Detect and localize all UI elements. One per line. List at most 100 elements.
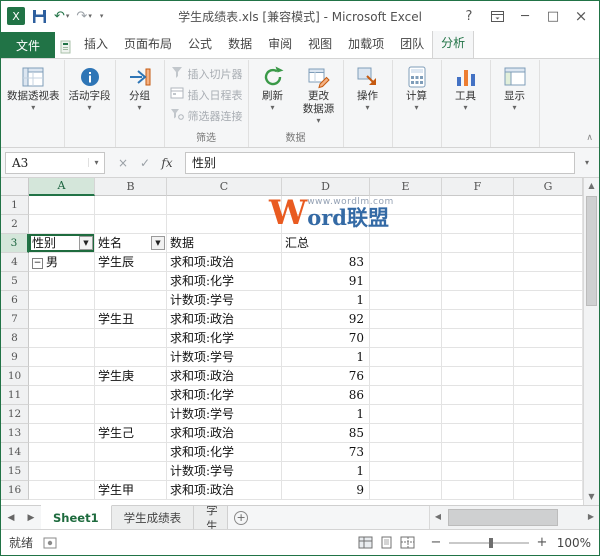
row-header-13[interactable]: 13 <box>1 424 29 443</box>
undo-caret-icon[interactable]: ▾ <box>66 12 70 20</box>
page-layout-view-button[interactable] <box>379 536 394 549</box>
horizontal-scroll-track[interactable] <box>446 506 583 529</box>
redo-caret-icon[interactable]: ▾ <box>88 12 92 20</box>
column-header-C[interactable]: C <box>167 178 282 196</box>
row-header-12[interactable]: 12 <box>1 405 29 424</box>
cell-G14[interactable] <box>514 443 583 462</box>
cell-D15[interactable]: 1 <box>282 462 370 481</box>
filter-connections-button[interactable]: 筛选器连接 <box>166 105 247 126</box>
cell-E14[interactable] <box>370 443 442 462</box>
cell-A14[interactable] <box>29 443 95 462</box>
sheet-tab-scores[interactable]: 学生成绩表 <box>111 506 195 529</box>
close-button[interactable]: × <box>567 4 595 28</box>
cell-D10[interactable]: 76 <box>282 367 370 386</box>
column-header-D[interactable]: D <box>282 178 370 196</box>
cell-B10[interactable]: 学生庚 <box>95 367 167 386</box>
cell-B2[interactable] <box>95 215 167 234</box>
change-data-source-button[interactable]: 更改 数据源 ▾ <box>296 60 342 132</box>
tab-analyze[interactable]: 分析 <box>432 29 475 58</box>
excel-app-icon[interactable]: X <box>5 6 27 26</box>
vertical-scrollbar[interactable]: ▲ ▼ <box>583 178 599 505</box>
row-header-15[interactable]: 15 <box>1 462 29 481</box>
cell-A2[interactable] <box>29 215 95 234</box>
cell-F14[interactable] <box>442 443 514 462</box>
cell-C3[interactable]: 数据 <box>167 234 282 253</box>
page-break-preview-button[interactable] <box>400 536 415 549</box>
tab-team[interactable]: 团队 <box>392 30 432 58</box>
cell-F3[interactable] <box>442 234 514 253</box>
cell-D2[interactable] <box>282 215 370 234</box>
name-box-caret-icon[interactable]: ▾ <box>88 158 104 167</box>
cell-B15[interactable] <box>95 462 167 481</box>
expand-formula-bar-button[interactable]: ▾ <box>579 158 595 167</box>
cell-E10[interactable] <box>370 367 442 386</box>
cell-C6[interactable]: 计数项:学号 <box>167 291 282 310</box>
cell-C7[interactable]: 求和项:政治 <box>167 310 282 329</box>
cell-E11[interactable] <box>370 386 442 405</box>
cell-D8[interactable]: 70 <box>282 329 370 348</box>
cell-A10[interactable] <box>29 367 95 386</box>
cell-F8[interactable] <box>442 329 514 348</box>
cell-C14[interactable]: 求和项:化学 <box>167 443 282 462</box>
cell-D11[interactable]: 86 <box>282 386 370 405</box>
cell-G16[interactable] <box>514 481 583 500</box>
row-header-11[interactable]: 11 <box>1 386 29 405</box>
column-header-G[interactable]: G <box>514 178 583 196</box>
cell-A15[interactable] <box>29 462 95 481</box>
cell-C16[interactable]: 求和项:政治 <box>167 481 282 500</box>
cell-G11[interactable] <box>514 386 583 405</box>
sheet-nav-left-icon[interactable]: ◀ <box>1 506 21 529</box>
cell-F12[interactable] <box>442 405 514 424</box>
refresh-button[interactable]: 刷新 ▾ <box>250 60 296 132</box>
cell-G10[interactable] <box>514 367 583 386</box>
scroll-left-icon[interactable]: ◀ <box>430 506 446 529</box>
customize-qat-button[interactable]: ▾ <box>97 11 106 21</box>
cell-G4[interactable] <box>514 253 583 272</box>
cell-D5[interactable]: 91 <box>282 272 370 291</box>
cell-E5[interactable] <box>370 272 442 291</box>
cell-F2[interactable] <box>442 215 514 234</box>
cell-A16[interactable] <box>29 481 95 500</box>
cell-D7[interactable]: 92 <box>282 310 370 329</box>
filter-dropdown-icon[interactable]: ▼ <box>151 236 165 250</box>
calculations-button[interactable]: 计算 ▾ <box>394 60 440 132</box>
cell-A8[interactable] <box>29 329 95 348</box>
collapse-ribbon-button[interactable]: ∧ <box>586 133 593 143</box>
scroll-down-icon[interactable]: ▼ <box>584 489 599 505</box>
cell-G3[interactable] <box>514 234 583 253</box>
row-header-1[interactable]: 1 <box>1 196 29 215</box>
column-header-B[interactable]: B <box>95 178 167 196</box>
tab-formulas[interactable]: 公式 <box>180 30 220 58</box>
cell-E1[interactable] <box>370 196 442 215</box>
pivottable-button[interactable]: 数据透视表 ▾ <box>4 60 63 132</box>
scroll-up-icon[interactable]: ▲ <box>584 178 599 194</box>
cell-E13[interactable] <box>370 424 442 443</box>
cell-B7[interactable]: 学生丑 <box>95 310 167 329</box>
sheet-tab-sheet1[interactable]: Sheet1 <box>41 505 112 529</box>
insert-function-button[interactable]: fx <box>157 156 177 170</box>
cell-C15[interactable]: 计数项:学号 <box>167 462 282 481</box>
tab-page-layout[interactable]: 页面布局 <box>116 30 180 58</box>
formula-input[interactable]: 性别 <box>185 151 575 174</box>
cell-A9[interactable] <box>29 348 95 367</box>
cell-B16[interactable]: 学生甲 <box>95 481 167 500</box>
zoom-in-button[interactable]: + <box>535 535 549 550</box>
column-header-E[interactable]: E <box>370 178 442 196</box>
row-header-9[interactable]: 9 <box>1 348 29 367</box>
help-button[interactable]: ? <box>455 4 483 28</box>
insert-slicer-button[interactable]: 插入切片器 <box>166 63 247 84</box>
tools-button[interactable]: 工具 ▾ <box>443 60 489 132</box>
cell-D1[interactable] <box>282 196 370 215</box>
cell-A6[interactable] <box>29 291 95 310</box>
filter-dropdown-icon[interactable]: ▼ <box>79 236 93 250</box>
cell-C11[interactable]: 求和项:化学 <box>167 386 282 405</box>
tab-file[interactable]: 文件 <box>1 32 56 58</box>
row-header-4[interactable]: 4 <box>1 253 29 272</box>
vertical-scroll-thumb[interactable] <box>586 196 597 306</box>
tab-data[interactable]: 数据 <box>220 30 260 58</box>
cell-D4[interactable]: 83 <box>282 253 370 272</box>
enter-button[interactable]: ✓ <box>135 156 155 170</box>
cell-C8[interactable]: 求和项:化学 <box>167 329 282 348</box>
cell-A5[interactable] <box>29 272 95 291</box>
select-all-corner[interactable] <box>1 178 29 196</box>
